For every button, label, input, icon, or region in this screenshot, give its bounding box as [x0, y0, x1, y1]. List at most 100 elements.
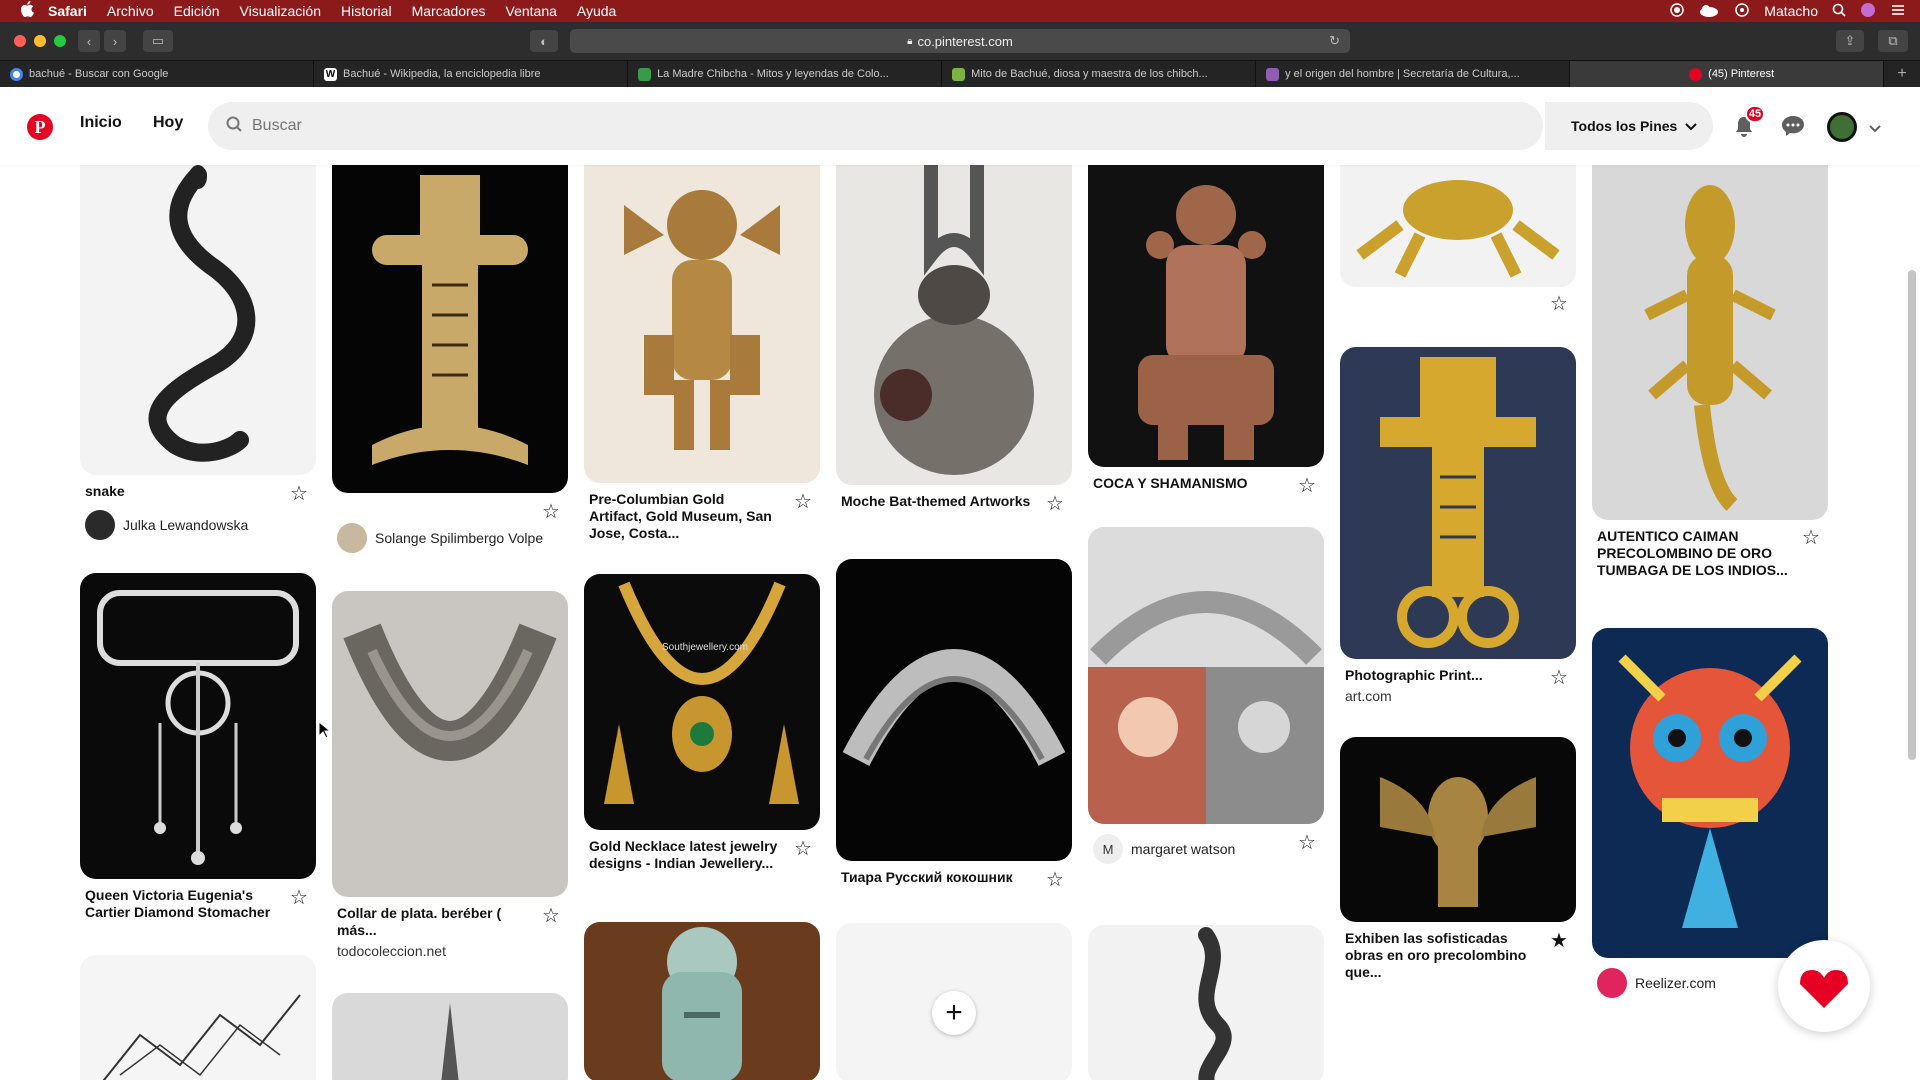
apple-icon[interactable] [20, 1, 36, 21]
pin-user[interactable]: Reelizer.com [1635, 975, 1716, 991]
control-center-icon[interactable] [1890, 3, 1906, 20]
pin-image-caiman[interactable] [1592, 165, 1828, 520]
wifi-icon[interactable] [1734, 2, 1750, 20]
pin-user[interactable]: Solange Spilimbergo Volpe [375, 530, 543, 546]
pin-image-moche-bat[interactable] [836, 165, 1072, 485]
save-star-icon[interactable]: ☆ [1044, 869, 1066, 891]
pin-card[interactable] [1088, 925, 1324, 1080]
filter-dropdown[interactable]: Todos los Pines [1545, 102, 1713, 150]
account-chevron-down-icon[interactable] [1869, 120, 1881, 138]
menu-ayuda[interactable]: Ayuda [577, 3, 616, 19]
pin-card[interactable]: Exhiben las sofisticadas obras en oro pr… [1340, 737, 1576, 981]
menu-archivo[interactable]: Archivo [107, 3, 154, 19]
messages-icon[interactable] [1781, 115, 1805, 142]
save-star-icon[interactable]: ☆ [1296, 832, 1318, 854]
menu-marcadores[interactable]: Marcadores [412, 3, 486, 19]
tab-mito-bachue[interactable]: Mito de Bachué, diosa y maestra de los c… [942, 61, 1257, 87]
pin-card[interactable]: Тиара Русский кокошник ☆ [836, 559, 1072, 891]
tab-wikipedia[interactable]: W Bachué - Wikipedia, la enciclopedia lib… [314, 61, 629, 87]
nav-home[interactable]: Inicio [80, 114, 122, 132]
pin-image-gold-frog[interactable] [1340, 165, 1576, 287]
pin-title[interactable]: Тиара Русский кокошник [841, 869, 1032, 886]
pin-user[interactable]: margaret watson [1131, 841, 1235, 857]
pin-image-tiara-portraits[interactable] [1088, 527, 1324, 824]
pin-title[interactable]: COCA Y SHAMANISMO [1093, 475, 1284, 492]
pin-image-photographic-print[interactable] [1340, 347, 1576, 659]
pin-image-gold-exhibit[interactable] [1340, 737, 1576, 922]
address-bar[interactable]: 🔒︎ co.pinterest.com ↻ [570, 29, 1350, 53]
pin-title[interactable]: AUTENTICO CAIMAN PRECOLOMBINO DE ORO TUM… [1597, 528, 1788, 579]
cloud-icon[interactable] [1698, 3, 1720, 20]
pin-image-iron-snake[interactable] [1088, 925, 1324, 1080]
zoom-window-button[interactable] [54, 35, 66, 47]
pin-card[interactable]: Pre-Columbian Gold Artifact, Gold Museum… [584, 165, 820, 542]
tab-google[interactable]: bachué - Buscar con Google [0, 61, 315, 87]
new-tab-button[interactable]: + [1884, 61, 1920, 87]
pin-title[interactable]: Pre-Columbian Gold Artifact, Gold Museum… [589, 491, 780, 542]
pin-card[interactable]: Southjewellery.com Gold Necklace latest … [584, 574, 820, 872]
pin-image-coca-figure[interactable] [1088, 165, 1324, 467]
menu-ventana[interactable]: Ventana [506, 3, 557, 19]
tab-pinterest[interactable]: (45) Pinterest [1570, 61, 1885, 87]
saved-star-filled-icon[interactable]: ★ [1548, 930, 1570, 952]
close-window-button[interactable] [14, 35, 26, 47]
pin-card[interactable]: Moche Bat-themed Artworks ☆ [836, 165, 1072, 515]
user-avatar[interactable] [337, 523, 367, 553]
pin-image-snake[interactable] [80, 165, 316, 475]
pin-card[interactable]: ☆ Mmargaret watson [1088, 527, 1324, 864]
pinterest-logo-icon[interactable]: P [27, 114, 53, 140]
pin-image-silver-necklace[interactable] [332, 591, 568, 897]
pin-card[interactable]: ☆ Solange Spilimbergo Volpe [332, 165, 568, 553]
pin-title[interactable]: Moche Bat-themed Artworks [841, 493, 1032, 510]
pin-card[interactable]: ☆ [1340, 165, 1576, 315]
menu-visualizacion[interactable]: Visualización [240, 3, 321, 19]
user-avatar[interactable]: M [1093, 834, 1123, 864]
save-star-icon[interactable]: ☆ [1296, 475, 1318, 497]
menu-historial[interactable]: Historial [341, 3, 392, 19]
add-pin-button[interactable]: + [932, 991, 976, 1035]
tab-madre-chibcha[interactable]: La Madre Chibcha - Mitos y leyendas de C… [628, 61, 943, 87]
pin-image-gold-artifact[interactable] [584, 165, 820, 483]
pin-image-placeholder[interactable]: + [836, 923, 1072, 1080]
profile-avatar[interactable] [1827, 112, 1857, 142]
pin-card[interactable] [80, 955, 316, 1080]
pin-card[interactable]: Queen Victoria Eugenia's Cartier Diamond… [80, 573, 316, 921]
pin-title[interactable]: Photographic Print... [1345, 667, 1536, 684]
floating-logo-button[interactable] [1778, 940, 1870, 1032]
pin-card[interactable]: + [836, 923, 1072, 1080]
share-button[interactable]: ⇪ [1836, 30, 1864, 52]
pin-title[interactable]: Exhiben las sofisticadas obras en oro pr… [1345, 930, 1536, 981]
pin-card[interactable]: snake ☆ Julka Lewandowska [80, 165, 316, 540]
pin-image-gold-necklace[interactable]: Southjewellery.com [584, 574, 820, 830]
menu-app-safari[interactable]: Safari [48, 3, 87, 19]
pin-image-jade-bust[interactable] [584, 922, 820, 1080]
pin-card[interactable] [332, 993, 568, 1080]
menu-edicion[interactable]: Edición [174, 3, 220, 19]
search-input[interactable] [252, 117, 1152, 135]
pin-card[interactable]: AUTENTICO CAIMAN PRECOLOMBINO DE ORO TUM… [1592, 165, 1828, 579]
pin-title[interactable]: Gold Necklace latest jewelry designs - I… [589, 838, 780, 872]
save-star-icon[interactable]: ☆ [288, 887, 310, 909]
user-avatar[interactable] [85, 510, 115, 540]
save-star-icon[interactable]: ☆ [1548, 667, 1570, 689]
pin-user[interactable]: Julka Lewandowska [123, 517, 248, 533]
pin-title[interactable]: Queen Victoria Eugenia's Cartier Diamond… [85, 887, 276, 921]
pin-image-gold-figure[interactable] [332, 165, 568, 493]
tab-secretaria-cultura[interactable]: y el origen del hombre | Secretaría de C… [1256, 61, 1571, 87]
save-star-icon[interactable]: ☆ [792, 838, 814, 860]
pin-card[interactable] [584, 922, 820, 1080]
siri-icon[interactable] [1860, 2, 1876, 21]
user-avatar[interactable] [1597, 968, 1627, 998]
reload-icon[interactable]: ↻ [1329, 33, 1340, 49]
pin-source[interactable]: art.com [1345, 688, 1536, 704]
save-star-icon[interactable]: ☆ [1800, 527, 1822, 549]
pin-image-tiara[interactable] [836, 559, 1072, 861]
save-star-icon[interactable]: ☆ [540, 905, 562, 927]
pin-title[interactable]: snake [85, 483, 276, 500]
pin-card[interactable]: Collar de plata. beréber ( más... ☆ todo… [332, 591, 568, 959]
user-name[interactable]: Matacho [1764, 3, 1818, 19]
forward-button[interactable]: › [104, 30, 126, 52]
save-star-icon[interactable]: ☆ [792, 491, 814, 513]
save-star-icon[interactable]: ☆ [288, 483, 310, 505]
back-button[interactable]: ‹ [78, 30, 100, 52]
